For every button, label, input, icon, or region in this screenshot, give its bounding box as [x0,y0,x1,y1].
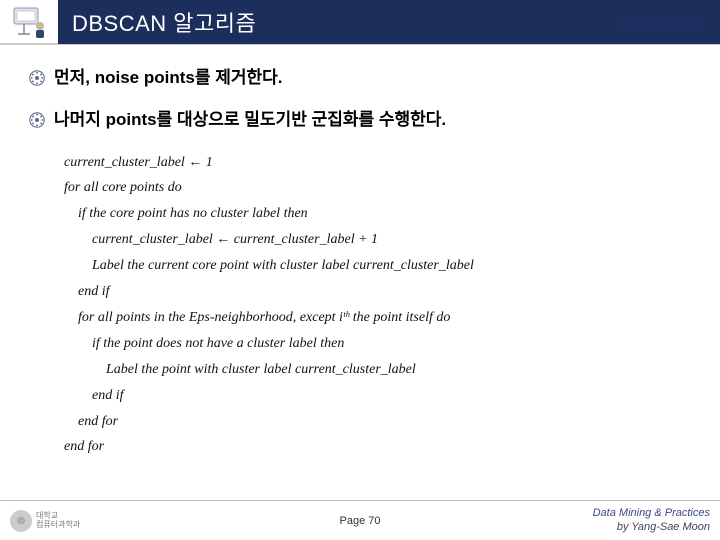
slide: DBSCAN 알고리즘 Cluster Analysis 먼저, noise p… [0,0,720,540]
footer-credit-line2: by Yang-Sae Moon [593,521,710,535]
pseudo-line: for all core points do [64,175,692,201]
pseudo-line: end for [64,434,692,460]
footer-credits: Data Mining & Practices by Yang-Sae Moon [593,507,710,535]
pseudo-line: current_cluster_label ← current_cluster_… [64,227,692,253]
bullet-text: 나머지 points를 대상으로 밀도기반 군집화를 수행한다. [54,108,446,132]
bullet-text: 먼저, noise points를 제거한다. [54,66,283,90]
bullet-item: 먼저, noise points를 제거한다. [28,66,692,90]
bullet-icon [28,111,46,129]
presenter-icon [8,4,50,40]
pseudo-line: current_cluster_label ← 1 [64,150,692,176]
pseudo-line: for all points in the Eps-neighborhood, … [64,305,692,331]
pseudo-line: if the core point has no cluster label t… [64,201,692,227]
bullet-item: 나머지 points를 대상으로 밀도기반 군집화를 수행한다. [28,108,692,132]
pseudo-line: if the point does not have a cluster lab… [64,331,692,357]
slide-content: 먼저, noise points를 제거한다. 나머지 points를 대상으로… [0,44,720,540]
page-number: Page 70 [340,515,381,527]
pseudo-line: end if [64,279,692,305]
university-seal-icon: ◎ [10,510,32,532]
pseudo-line: Label the point with cluster label curre… [64,357,692,383]
pseudo-line: Label the current core point with cluste… [64,253,692,279]
footer-logo: ◎ 대학교 컴퓨터과학과 [10,507,130,535]
header-category: Cluster Analysis [617,18,702,32]
slide-title: DBSCAN 알고리즘 [58,6,256,38]
footer-logo-text: 대학교 컴퓨터과학과 [36,512,80,530]
header-icon-box [0,0,58,44]
pseudo-line: end if [64,383,692,409]
bullet-icon [28,69,46,87]
pseudo-line: end for [64,409,692,435]
slide-header: DBSCAN 알고리즘 [0,0,720,44]
pseudocode-block: current_cluster_label ← 1 for all core p… [64,150,692,461]
footer-logo-line2: 컴퓨터과학과 [36,521,80,530]
footer-credit-line1: Data Mining & Practices [593,507,710,521]
slide-footer: ◎ 대학교 컴퓨터과학과 Page 70 Data Mining & Pract… [0,500,720,540]
